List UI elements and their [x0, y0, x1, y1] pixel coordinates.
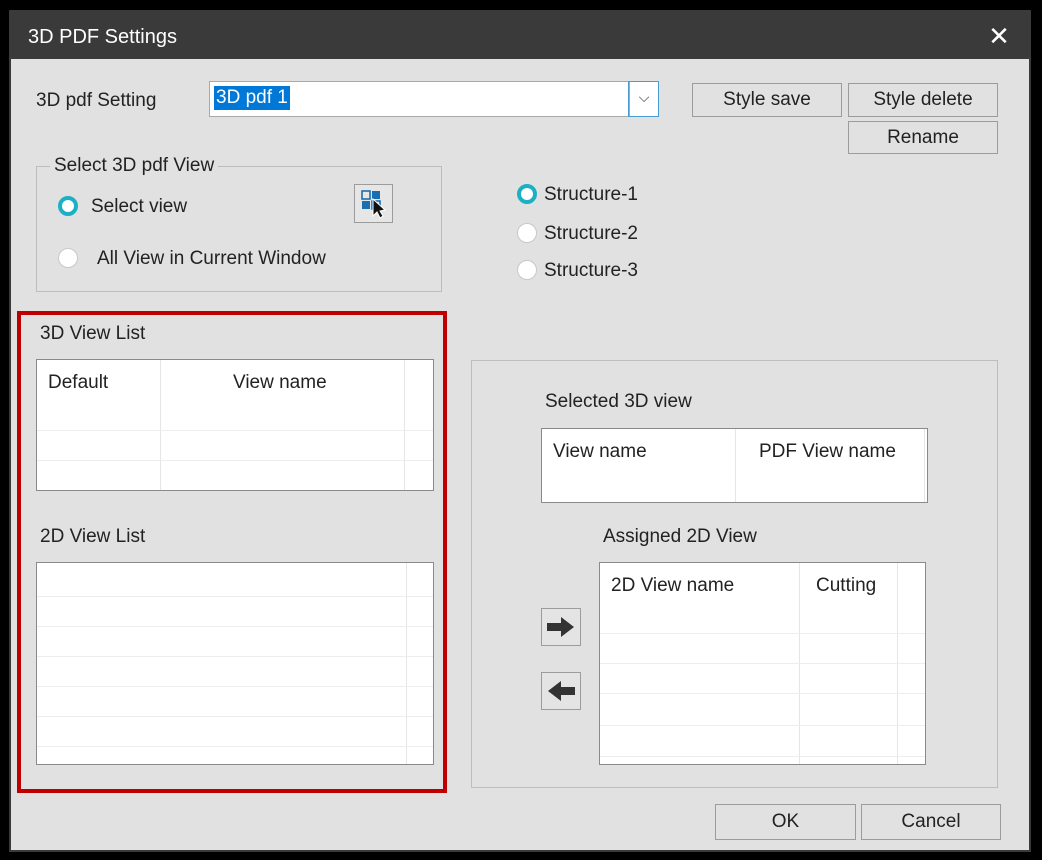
- arrow-right-icon: [547, 617, 574, 637]
- radio-select-view[interactable]: [58, 196, 78, 216]
- column-header-pdf-view-name[interactable]: PDF View name: [759, 441, 896, 463]
- ok-button[interactable]: OK: [715, 804, 856, 840]
- view-picker-icon: [361, 190, 387, 219]
- arrow-left-icon: [548, 681, 575, 701]
- unassign-button[interactable]: [541, 672, 581, 710]
- structure-3-label: Structure-3: [544, 260, 638, 281]
- pdf-setting-label: 3D pdf Setting: [36, 90, 157, 111]
- pdf-setting-value: 3D pdf 1: [214, 86, 290, 110]
- structure-2-label: Structure-2: [544, 223, 638, 244]
- style-save-button[interactable]: Style save: [692, 83, 842, 117]
- radio-structure-1[interactable]: [517, 184, 537, 204]
- assigned-2d-list[interactable]: 2D View name Cutting: [599, 562, 926, 765]
- column-header-view-name[interactable]: View name: [553, 441, 647, 463]
- structure-1-label: Structure-1: [544, 184, 638, 205]
- view-picker-button[interactable]: [354, 184, 393, 223]
- radio-structure-2[interactable]: [517, 223, 537, 243]
- radio-structure-3[interactable]: [517, 260, 537, 280]
- close-icon[interactable]: ✕: [983, 20, 1015, 52]
- style-delete-button[interactable]: Style delete: [848, 83, 998, 117]
- assigned-2d-title: Assigned 2D View: [603, 526, 757, 547]
- pdf-setting-combobox[interactable]: 3D pdf 1 ⌵: [209, 81, 659, 117]
- cancel-button[interactable]: Cancel: [861, 804, 1001, 840]
- column-header-cutting[interactable]: Cutting: [816, 575, 876, 597]
- selected-3d-list[interactable]: View name PDF View name: [541, 428, 928, 503]
- highlight-box: [17, 311, 447, 793]
- selected-3d-title: Selected 3D view: [545, 391, 692, 412]
- radio-all-view[interactable]: [58, 248, 78, 268]
- window-title: 3D PDF Settings: [28, 26, 177, 48]
- title-bar: 3D PDF Settings ✕: [11, 12, 1029, 59]
- rename-button[interactable]: Rename: [848, 121, 998, 154]
- assign-button[interactable]: [541, 608, 581, 646]
- all-view-label: All View in Current Window: [97, 248, 326, 269]
- chevron-down-icon[interactable]: ⌵: [628, 81, 659, 117]
- select-view-label: Select view: [91, 196, 188, 217]
- column-header-2d-view-name[interactable]: 2D View name: [611, 575, 734, 597]
- select-view-group-title: Select 3D pdf View: [50, 155, 219, 177]
